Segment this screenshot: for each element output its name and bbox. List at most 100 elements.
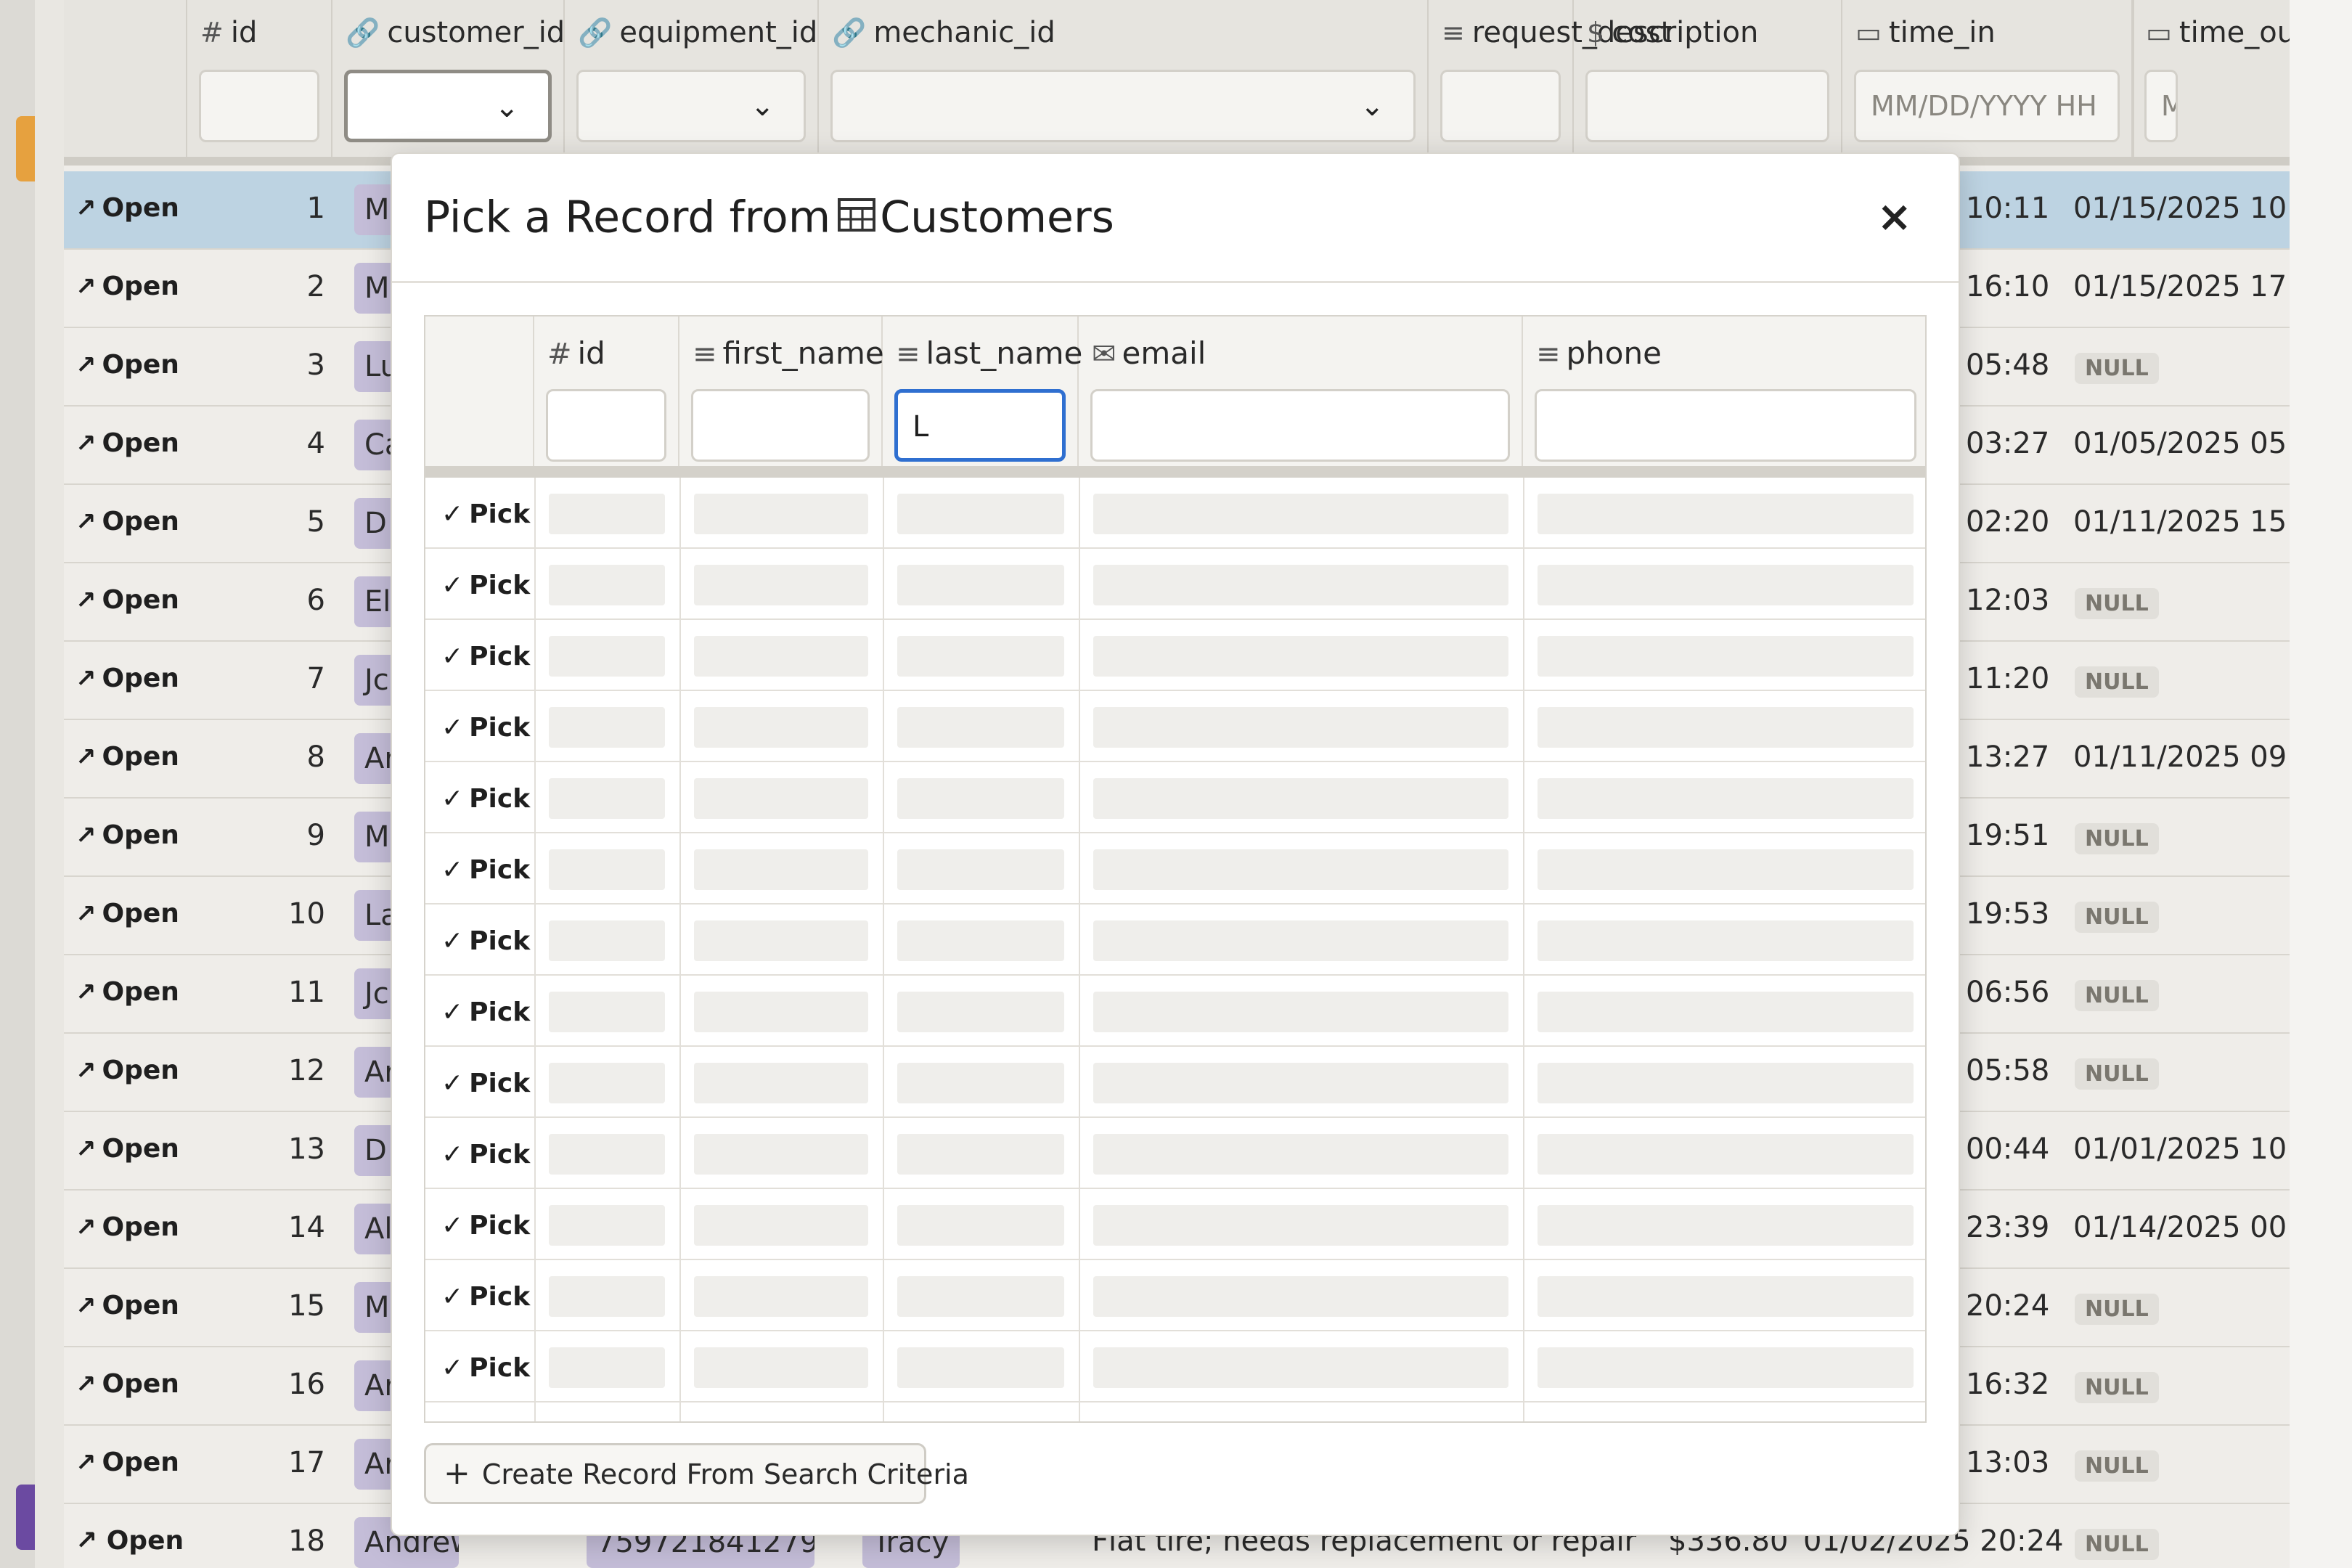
grid-filter-id[interactable] [199, 70, 319, 142]
pick-button[interactable]: ✓ Pick [441, 1282, 530, 1312]
open-record-button[interactable]: ↗ Open [75, 899, 179, 928]
grid-filter-time_out[interactable]: MM/DD/YYYY H [2144, 70, 2178, 142]
grid-col-title-time_in[interactable]: ▭ time_in [1855, 16, 1996, 49]
grid-filter-equipment_id[interactable]: ⌄ [576, 70, 806, 142]
customer-chip[interactable]: Jc [354, 655, 393, 706]
pick-button[interactable]: ✓ Pick [441, 499, 530, 529]
open-record-button[interactable]: ↗ Open [75, 507, 179, 536]
customer-chip[interactable]: M [354, 1282, 393, 1333]
loading-placeholder [1093, 1205, 1508, 1246]
open-record-button[interactable]: ↗ Open [75, 1526, 184, 1556]
row-time-in: 19:51 [1966, 819, 2050, 852]
grid-filter-mechanic_id[interactable]: ⌄ [830, 70, 1416, 142]
grid-col-title-id[interactable]: # id [200, 16, 257, 49]
picker-col-title-id[interactable]: # id [547, 335, 605, 371]
grid-col-title-customer_id[interactable]: 🔗 customer_id [346, 16, 565, 49]
pick-button[interactable]: ✓ Pick [441, 1353, 530, 1383]
customer-chip[interactable]: M [354, 184, 393, 235]
open-record-button[interactable]: ↗ Open [75, 977, 179, 1007]
customer-chip[interactable]: D [354, 1125, 393, 1176]
grid-filter-customer_id[interactable]: ⌄ [344, 70, 552, 142]
picker-row[interactable]: ✓ Pick [425, 691, 1925, 762]
pick-button[interactable]: ✓ Pick [441, 713, 530, 743]
picker-col-title-phone[interactable]: ≡ phone [1536, 335, 1662, 371]
customer-chip[interactable]: Ar [354, 733, 393, 784]
grid-col-title-time_out[interactable]: ▭time_out [2146, 16, 2290, 49]
pick-button[interactable]: ✓ Pick [441, 855, 530, 885]
open-record-button[interactable]: ↗ Open [75, 1212, 179, 1242]
picker-row[interactable]: ✓ Pick [425, 1331, 1925, 1402]
picker-filter-first_name[interactable] [691, 389, 870, 462]
picker-row[interactable]: ✓ Pick [425, 1047, 1925, 1118]
open-record-button[interactable]: ↗ Open [75, 1447, 179, 1477]
close-icon[interactable]: × [1877, 192, 1912, 241]
picker-row[interactable]: ✓ Pick [425, 1118, 1925, 1189]
customer-chip[interactable]: El [354, 576, 393, 627]
loading-placeholder [549, 1276, 665, 1317]
open-record-button[interactable]: ↗ Open [75, 742, 179, 772]
customer-chip[interactable]: Ar [354, 1360, 393, 1411]
grid-filter-time_in[interactable]: MM/DD/YYYY HH [1854, 70, 2120, 142]
pick-button[interactable]: ✓ Pick [441, 571, 530, 600]
open-record-button[interactable]: ↗ Open [75, 350, 179, 380]
picker-row[interactable]: ✓ Pick [425, 1260, 1925, 1331]
pick-button[interactable]: ✓ Pick [441, 784, 530, 814]
customer-chip[interactable]: Al [354, 1204, 393, 1254]
open-record-button[interactable]: ↗ Open [75, 820, 179, 850]
pick-button[interactable]: ✓ Pick [441, 926, 530, 956]
open-record-button[interactable]: ↗ Open [75, 1291, 179, 1320]
customer-chip[interactable]: M [354, 812, 393, 862]
row-id: 17 [288, 1446, 325, 1479]
picker-col-title-last_name[interactable]: ≡ last_name [896, 335, 1082, 371]
customer-chip[interactable]: Jc [354, 968, 393, 1019]
loading-placeholder [694, 494, 868, 534]
pick-record-modal: Pick a Record from Customers × # id ≡ first… [391, 152, 1960, 1536]
customer-chip[interactable]: Ar [354, 1439, 393, 1490]
customer-chip[interactable]: Lu [354, 341, 393, 392]
customer-chip[interactable]: La [354, 890, 393, 941]
picker-table: # id ≡ first_name ≡ last_name L ✉ email ≡ phone ✓ P… [424, 315, 1927, 1423]
pick-button[interactable]: ✓ Pick [441, 1211, 530, 1241]
pick-button[interactable]: ✓ Pick [441, 1069, 530, 1098]
picker-row[interactable]: ✓ Pick [425, 549, 1925, 620]
picker-col-title-first_name[interactable]: ≡ first_name [693, 335, 884, 371]
loading-placeholder [1093, 920, 1508, 961]
open-record-button[interactable]: ↗ Open [75, 271, 179, 301]
row-id: 5 [306, 505, 325, 539]
open-record-button[interactable]: ↗ Open [75, 663, 179, 693]
open-record-button[interactable]: ↗ Open [75, 1055, 179, 1085]
grid-col-title-equipment_id[interactable]: 🔗 equipment_id [578, 16, 817, 49]
open-record-button[interactable]: ↗ Open [75, 585, 179, 615]
open-record-button[interactable]: ↗ Open [75, 1369, 179, 1399]
create-record-button[interactable]: + Create Record From Search Criteria [424, 1443, 969, 1504]
picker-filter-email[interactable] [1090, 389, 1510, 462]
grid-col-title-mechanic_id[interactable]: 🔗 mechanic_id [832, 16, 1055, 49]
picker-row[interactable]: ✓ Pick [425, 833, 1925, 905]
external-link-icon: ↗ [75, 821, 97, 850]
picker-filter-last_name[interactable]: L [894, 389, 1066, 462]
picker-col-title-email[interactable]: ✉ email [1092, 335, 1206, 371]
customer-chip[interactable]: M [354, 263, 393, 314]
picker-row[interactable]: ✓ Pick [425, 976, 1925, 1047]
customer-chip[interactable]: Ca [354, 420, 393, 470]
pick-label: Pick [469, 1282, 531, 1312]
pick-button[interactable]: ✓ Pick [441, 997, 530, 1027]
picker-filter-phone[interactable] [1535, 389, 1916, 462]
picker-row[interactable]: ✓ Pick [425, 905, 1925, 976]
picker-row[interactable]: ✓ Pick [425, 478, 1925, 549]
picker-row[interactable]: ✓ Pick [425, 620, 1925, 691]
grid-filter-request_description[interactable] [1440, 70, 1561, 142]
customer-chip[interactable]: D [354, 498, 393, 549]
open-record-button[interactable]: ↗ Open [75, 1134, 179, 1164]
open-record-button[interactable]: ↗ Open [75, 193, 179, 223]
pick-button[interactable]: ✓ Pick [441, 642, 530, 671]
customer-chip[interactable]: Ar [354, 1047, 393, 1098]
open-record-button[interactable]: ↗ Open [75, 428, 179, 458]
grid-filter-cost[interactable] [1585, 70, 1829, 142]
loading-placeholder [694, 707, 868, 748]
picker-row[interactable]: ✓ Pick [425, 1189, 1925, 1260]
pick-button[interactable]: ✓ Pick [441, 1140, 530, 1169]
picker-row[interactable]: ✓ Pick [425, 762, 1925, 833]
picker-filter-id[interactable] [546, 389, 666, 462]
grid-col-title-cost[interactable]: $ cost [1587, 16, 1672, 49]
